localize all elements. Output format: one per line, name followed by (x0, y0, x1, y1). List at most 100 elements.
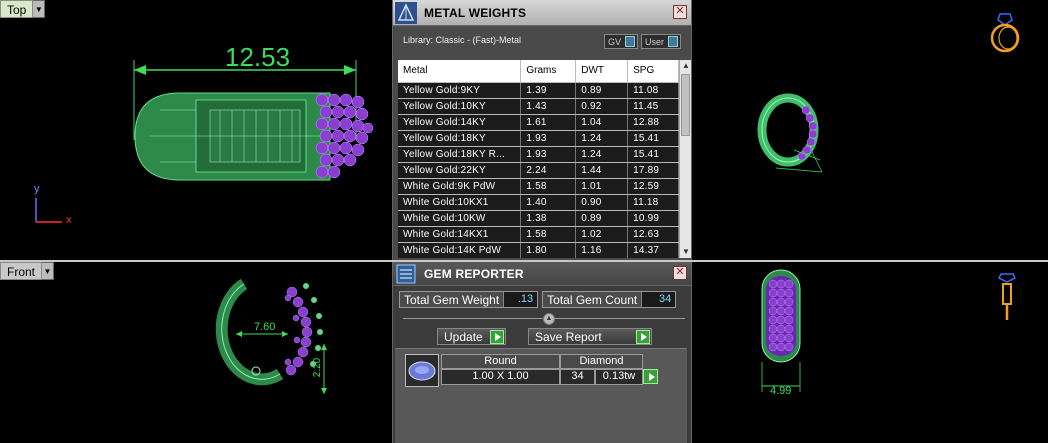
save-report-button-label: Save Report (535, 329, 602, 344)
viewport-front[interactable]: 7.60 2.20 Front ▼ (0, 262, 392, 443)
pendant-icon[interactable] (997, 272, 1017, 324)
total-gem-weight-label: Total Gem Weight (404, 292, 500, 307)
gem-select-button[interactable] (643, 369, 658, 384)
table-row[interactable]: Yellow Gold:14KY 1.61 1.04 12.88 (398, 114, 679, 131)
dimension-label-top: 12.53 (225, 42, 291, 72)
panel-splitter[interactable]: ▲ (403, 313, 685, 325)
cell-metal: White Gold:14K PdW (398, 242, 522, 258)
splitter-knob-icon[interactable]: ▲ (543, 313, 555, 325)
cell-dwt: 0.89 (575, 82, 629, 99)
cell-grams: 1.40 (520, 194, 577, 211)
viewport-top-name: Top (0, 0, 34, 18)
table-scrollbar[interactable]: ▲ ▼ (679, 60, 691, 258)
table-row[interactable]: White Gold:14KX1 1.58 1.02 12.63 (398, 226, 679, 243)
gem-reporter-titlebar[interactable]: GEM REPORTER ✕ (393, 262, 691, 286)
gem-reporter-panel: GEM REPORTER ✕ Total Gem Weight .13 Tota… (392, 262, 692, 443)
cell-metal: Yellow Gold:9KY (398, 82, 522, 99)
table-row[interactable]: Yellow Gold:9KY 1.39 0.89 11.08 (398, 82, 679, 99)
cell-spg: 12.59 (627, 178, 679, 195)
cell-spg: 11.45 (627, 98, 679, 115)
cell-metal: White Gold:9K PdW (398, 178, 522, 195)
toggle-user-label: User (644, 36, 664, 47)
scroll-thumb[interactable] (681, 74, 690, 136)
cell-dwt: 1.04 (575, 114, 629, 131)
cell-grams: 1.61 (520, 114, 577, 131)
save-report-button[interactable]: Save Report (528, 328, 652, 345)
cell-dwt: 1.16 (575, 242, 629, 258)
library-label: Library: Classic - (Fast)-Metal (403, 35, 522, 45)
viewport-right[interactable]: 4.99 (692, 262, 1048, 443)
table-row[interactable]: White Gold:10KX1 1.40 0.90 11.18 (398, 194, 679, 211)
viewport-top-label[interactable]: Top ▼ (0, 0, 46, 18)
cell-dwt: 1.24 (575, 130, 629, 147)
list-item[interactable]: Round Diamond 1.00 X 1.00 34 0.13tw (405, 354, 659, 387)
ring-icon[interactable] (988, 12, 1022, 54)
chevron-down-icon[interactable]: ▼ (33, 0, 46, 18)
close-icon[interactable]: ✕ (673, 266, 687, 280)
column-header-grams[interactable]: Grams (520, 60, 577, 83)
metal-weights-titlebar[interactable]: METAL WEIGHTS ✕ (393, 0, 691, 26)
update-button[interactable]: Update (437, 328, 506, 345)
play-icon (636, 329, 650, 344)
cell-grams: 1.93 (520, 146, 577, 163)
toggle-user[interactable]: User (640, 34, 681, 49)
cell-grams: 1.38 (520, 210, 577, 227)
cell-metal: Yellow Gold:10KY (398, 98, 522, 115)
chevron-down-icon[interactable]: ▼ (42, 262, 55, 280)
gem-reporter-title: GEM REPORTER (424, 266, 524, 281)
play-icon (490, 329, 504, 344)
cell-dwt: 0.89 (575, 210, 629, 227)
table-row[interactable]: White Gold:9K PdW 1.58 1.01 12.59 (398, 178, 679, 195)
report-icon (394, 262, 418, 286)
viewport-top[interactable]: 12.53 y x Top ▼ (0, 0, 392, 260)
gem-actions: Update Save Report (437, 328, 652, 345)
table-row[interactable]: White Gold:14K PdW 1.80 1.16 14.37 (398, 242, 679, 258)
cell-spg: 12.88 (627, 114, 679, 131)
table-row[interactable]: White Gold:10KW 1.38 0.89 10.99 (398, 210, 679, 227)
table-row[interactable]: Yellow Gold:22KY 2.24 1.44 17.89 (398, 162, 679, 179)
cell-dwt: 1.02 (575, 226, 629, 243)
table-row[interactable]: Yellow Gold:10KY 1.43 0.92 11.45 (398, 98, 679, 115)
table-row[interactable]: Yellow Gold:18KY R... 1.93 1.24 15.41 (398, 146, 679, 163)
column-header-spg[interactable]: SPG (627, 60, 679, 83)
cell-metal: Yellow Gold:18KY (398, 130, 522, 147)
total-gem-weight-value: .13 (503, 292, 538, 307)
viewport-front-label[interactable]: Front ▼ (0, 262, 55, 280)
total-gem-count-field: Total Gem Count 34 (542, 291, 677, 308)
cell-metal: Yellow Gold:14KY (398, 114, 522, 131)
scale-icon (394, 1, 418, 25)
dimension-label-right: 4.99 (770, 385, 792, 397)
total-gem-count-label: Total Gem Count (547, 292, 638, 307)
gem-weight: 0.13tw (595, 369, 643, 385)
library-row: Library: Classic - (Fast)-Metal GV User (393, 26, 691, 54)
total-gem-count-value: 34 (641, 292, 676, 307)
close-icon[interactable]: ✕ (673, 5, 687, 19)
cell-dwt: 1.01 (575, 178, 629, 195)
column-header-metal[interactable]: Metal (398, 60, 522, 83)
cell-metal: White Gold:14KX1 (398, 226, 522, 243)
gem-list: Round Diamond 1.00 X 1.00 34 0.13tw (395, 348, 687, 443)
dimension-width-front: 7.60 (254, 321, 276, 333)
cell-spg: 14.37 (627, 242, 679, 258)
ring-front-view (215, 278, 327, 394)
scroll-up-icon[interactable]: ▲ (680, 60, 692, 72)
axis-x-label: x (66, 214, 72, 226)
cell-grams: 1.80 (520, 242, 577, 258)
metal-weights-table: Metal Grams DWT SPG Yellow Gold:9KY 1.39 0… (398, 60, 679, 258)
viewport-perspective[interactable] (692, 0, 1048, 260)
update-button-label: Update (444, 329, 483, 344)
cell-dwt: 0.92 (575, 98, 629, 115)
cell-spg: 15.41 (627, 146, 679, 163)
cell-dwt: 0.90 (575, 194, 629, 211)
cell-metal: White Gold:10KW (398, 210, 522, 227)
cell-grams: 1.39 (520, 82, 577, 99)
dimension-height-front: 2.20 (312, 357, 324, 378)
column-header-dwt[interactable]: DWT (575, 60, 629, 83)
toggle-gv[interactable]: GV (603, 34, 638, 49)
cell-grams: 1.93 (520, 130, 577, 147)
cell-grams: 1.58 (520, 178, 577, 195)
cell-grams: 2.24 (520, 162, 577, 179)
table-row[interactable]: Yellow Gold:18KY 1.93 1.24 15.41 (398, 130, 679, 147)
round-gem-icon (405, 354, 439, 387)
scroll-down-icon[interactable]: ▼ (680, 246, 692, 258)
